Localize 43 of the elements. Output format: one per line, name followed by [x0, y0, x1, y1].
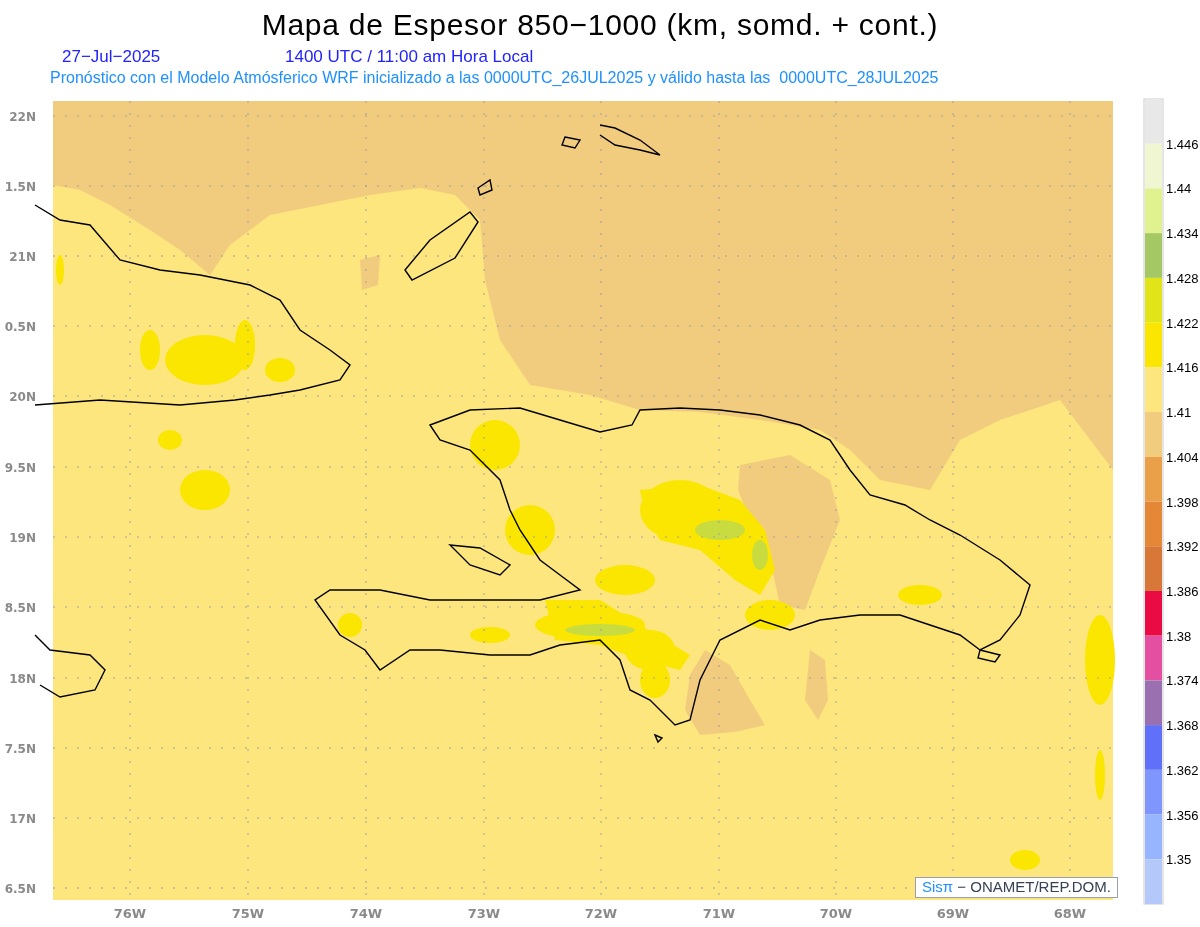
- legend-label: 1.404: [1166, 449, 1199, 465]
- legend-label: 1.368: [1166, 718, 1199, 734]
- axis-tick-label: 0.5N: [4, 320, 36, 334]
- axis-tick-label: 17N: [9, 812, 36, 826]
- legend-label: 1.422: [1166, 315, 1199, 331]
- legend-label: 1.386: [1166, 583, 1199, 599]
- axis-tick-label: 20N: [9, 390, 36, 404]
- legend-label: 1.362: [1166, 762, 1199, 778]
- axis-tick-label: 18N: [9, 672, 36, 686]
- legend-label: 1.428: [1166, 270, 1199, 286]
- axis-tick-label: 71W: [702, 906, 736, 921]
- axis-tick-label: 9.5N: [4, 461, 36, 475]
- axis-tick-label: 19N: [9, 531, 36, 545]
- axis-tick-label: 21N: [9, 250, 36, 264]
- legend-label: 1.38: [1166, 628, 1192, 644]
- axis-tick-label: 74W: [349, 906, 383, 921]
- axis-tick-label: 72W: [584, 906, 618, 921]
- legend-label: 1.416: [1166, 360, 1199, 376]
- axis-tick-label: 1.5N: [4, 180, 36, 194]
- legend-label: 1.44: [1166, 181, 1192, 197]
- legend-label: 1.35: [1166, 852, 1192, 868]
- forecast-description: Pronóstico con el Modelo Atmósferico WRF inicializado a las 0000UTC_26JUL2025 y válido hasta las 0000UTC_28JUL2025: [50, 68, 939, 88]
- axis-tick-label: 22N: [9, 110, 36, 124]
- legend-label: 1.434: [1166, 226, 1199, 242]
- axis-tick-label: 76W: [113, 906, 147, 921]
- axis-tick-label: 70W: [819, 906, 853, 921]
- forecast-date: 27−Jul−2025: [62, 46, 161, 68]
- axis-tick-label: 73W: [467, 906, 501, 921]
- axis-tick-label: 68W: [1053, 906, 1087, 921]
- axis-tick-label: 8.5N: [4, 601, 36, 615]
- legend-label: 1.446: [1166, 136, 1199, 152]
- legend-label: 1.374: [1166, 673, 1199, 689]
- axis-tick-label: 69W: [936, 906, 970, 921]
- axis-tick-label: 7.5N: [4, 742, 36, 756]
- legend-label: 1.398: [1166, 494, 1199, 510]
- axis-tick-label: 6.5N: [4, 882, 36, 896]
- axis-tick-label: 75W: [231, 906, 265, 921]
- legend-label: 1.356: [1166, 807, 1199, 823]
- map-title: Mapa de Espesor 850−1000 (km, somd. + cont.): [260, 7, 940, 43]
- forecast-time: 1400 UTC / 11:00 am Hora Local: [285, 46, 534, 68]
- legend-label: 1.392: [1166, 539, 1199, 555]
- credit-label: Sisπ − ONAMET/REP.DOM.: [915, 877, 1118, 898]
- legend-label: 1.41: [1166, 405, 1192, 421]
